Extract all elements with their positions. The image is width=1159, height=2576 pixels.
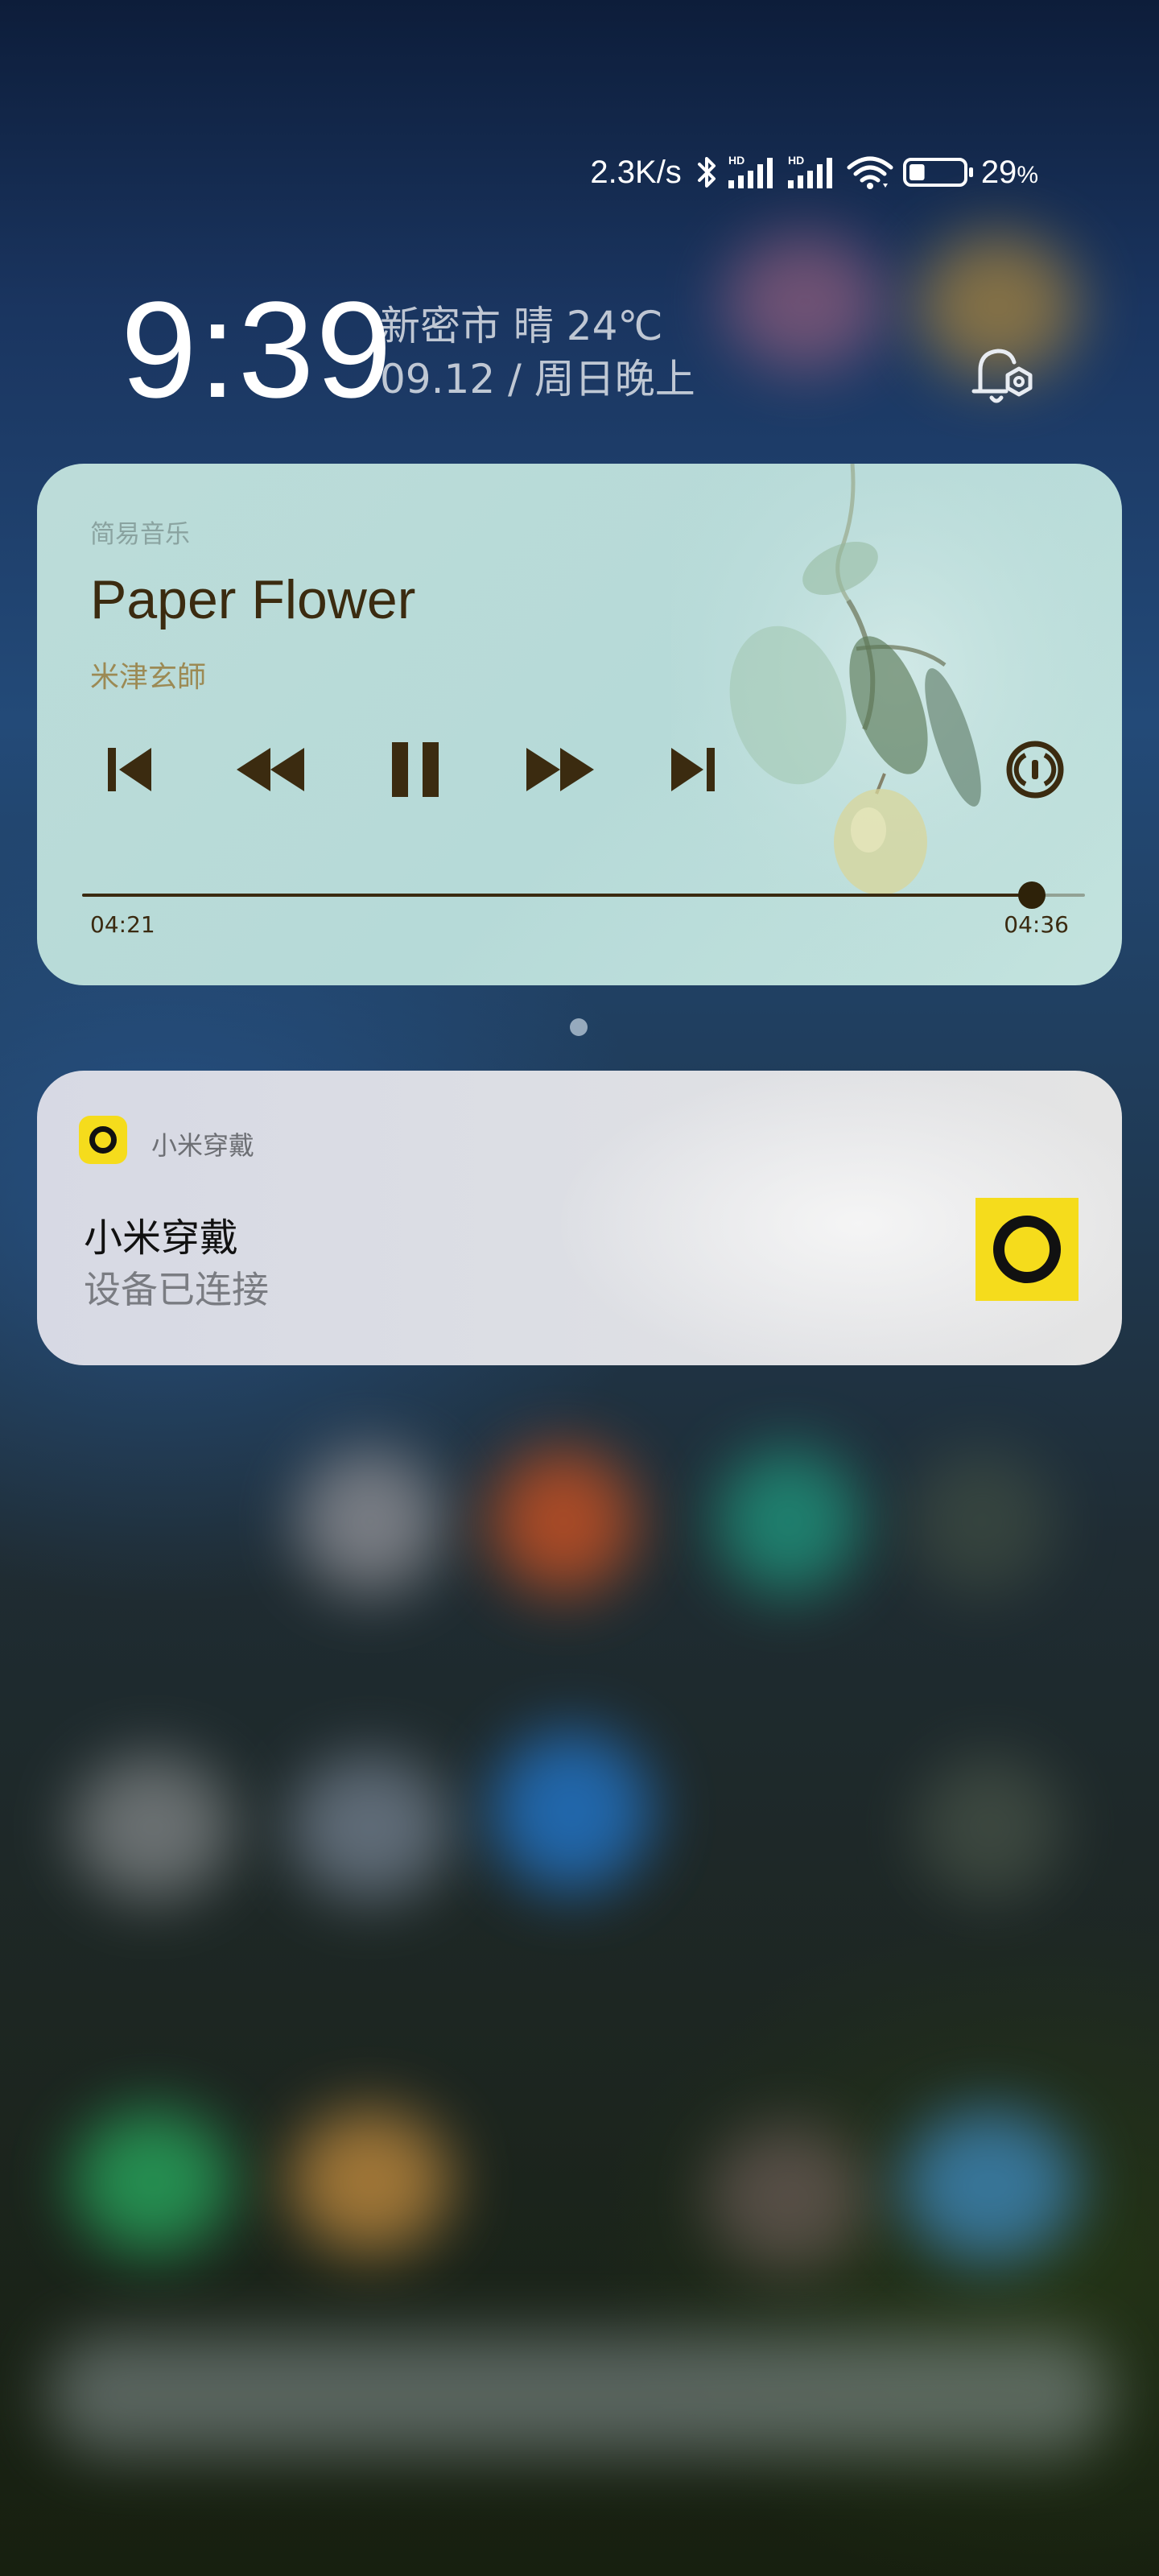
clock-info: 新密市 晴 24℃ 09.12 / 周日晚上 bbox=[380, 299, 695, 406]
fast-forward-icon bbox=[526, 748, 594, 791]
total-time: 04:36 bbox=[1004, 911, 1069, 938]
blurred-app-icon bbox=[491, 1731, 652, 1892]
blurred-app-icon bbox=[724, 233, 885, 370]
progress-fill bbox=[82, 894, 1032, 897]
battery-icon bbox=[902, 158, 973, 187]
bluetooth-icon bbox=[697, 157, 716, 188]
song-artist: 米津玄師 bbox=[90, 661, 207, 694]
blurred-app-icon bbox=[290, 1755, 451, 1900]
notification-app-name: 小米穿戴 bbox=[151, 1130, 255, 1161]
rewind-icon bbox=[237, 748, 304, 791]
audio-output-icon bbox=[1006, 741, 1064, 799]
music-app-name: 简易音乐 bbox=[90, 520, 190, 549]
blurred-dock bbox=[48, 2334, 1111, 2455]
skip-previous-icon bbox=[108, 748, 151, 791]
rewind-button[interactable] bbox=[214, 721, 327, 818]
blurred-app-icon bbox=[72, 1755, 233, 1900]
blurred-app-icon bbox=[298, 1449, 443, 1594]
next-track-button[interactable] bbox=[649, 721, 737, 818]
mi-wear-app-icon bbox=[79, 1116, 127, 1164]
location-weather: 新密市 晴 24℃ bbox=[380, 303, 663, 349]
svg-text:HD: HD bbox=[728, 154, 744, 167]
notification-title: 小米穿戴 bbox=[84, 1216, 239, 1261]
battery-indicator: 29% bbox=[902, 153, 1038, 192]
blurred-app-icon bbox=[290, 2109, 451, 2254]
svg-text:HD: HD bbox=[788, 154, 804, 167]
blurred-app-icon bbox=[708, 2125, 869, 2270]
current-time: 04:21 bbox=[90, 911, 155, 938]
blurred-app-icon bbox=[491, 1449, 636, 1594]
notification-thumbnail-icon bbox=[975, 1198, 1079, 1301]
pause-icon bbox=[392, 742, 439, 797]
battery-percent-sign: % bbox=[1017, 161, 1038, 188]
blurred-app-icon bbox=[716, 1449, 861, 1594]
battery-percent: 29 bbox=[980, 154, 1017, 190]
notification-card[interactable]: 小米穿戴 小米穿戴 设备已连接 bbox=[37, 1071, 1122, 1365]
music-player-card[interactable]: 简易音乐 Paper Flower 米津玄師 04:21 04:36 bbox=[37, 464, 1122, 985]
blurred-app-icon bbox=[72, 2109, 233, 2254]
blurred-app-icon bbox=[901, 2109, 1079, 2262]
blurred-app-icon bbox=[918, 1755, 1062, 1900]
pause-button[interactable] bbox=[359, 721, 472, 818]
page-indicator-dot bbox=[570, 1018, 588, 1036]
signal-hd-icon: HD bbox=[787, 154, 832, 188]
signal-hd-icon: HD bbox=[728, 154, 773, 188]
date-line: 09.12 / 周日晚上 bbox=[380, 356, 695, 402]
notification-body: 设备已连接 bbox=[84, 1268, 269, 1311]
network-speed: 2.3K/s bbox=[590, 154, 682, 190]
fast-forward-button[interactable] bbox=[504, 721, 617, 818]
wifi-icon bbox=[847, 156, 893, 189]
audio-output-button[interactable] bbox=[987, 721, 1083, 818]
playback-progress-bar[interactable] bbox=[82, 881, 1085, 909]
alarm-settings-icon[interactable] bbox=[963, 338, 1040, 419]
progress-knob[interactable] bbox=[1017, 881, 1046, 909]
song-title: Paper Flower bbox=[90, 569, 416, 630]
previous-track-button[interactable] bbox=[85, 721, 174, 818]
status-bar: 2.3K/s HD HD 29% bbox=[590, 153, 1038, 192]
skip-next-icon bbox=[671, 748, 715, 791]
blurred-app-icon bbox=[909, 1449, 1054, 1594]
lockscreen-clock: 9:39 bbox=[121, 274, 394, 427]
